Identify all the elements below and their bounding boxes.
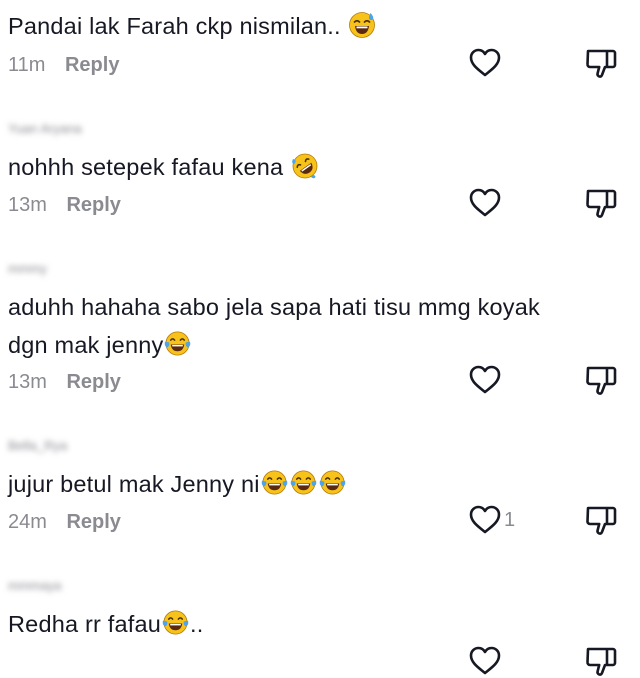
comment-meta: 24m Reply (8, 510, 121, 534)
comment-text: dgn mak jenny (8, 325, 192, 365)
heart-icon (468, 363, 502, 397)
reply-button[interactable]: Reply (65, 54, 119, 76)
comment-text-line: aduhh hahaha sabo jela sapa hati tisu mm… (8, 294, 540, 320)
like-button[interactable]: 1 (468, 503, 515, 537)
dislike-button[interactable] (584, 644, 618, 678)
comment-text: nohhh setepek fafau kena (8, 147, 320, 187)
dislike-button[interactable] (584, 503, 618, 537)
tears-of-joy-emoji-icon (161, 608, 190, 637)
comment-username[interactable]: mmmy (8, 261, 47, 276)
comment-username[interactable]: Yuan Aryana (8, 121, 82, 136)
comment-text-content: jujur betul mak Jenny ni (8, 471, 260, 497)
comment-text: Pandai lak Farah ckp nismilan.. (8, 6, 377, 46)
dislike-button[interactable] (584, 363, 618, 397)
tears-of-joy-emoji-icon (260, 468, 289, 497)
heart-icon (468, 503, 502, 537)
comment-time: 13m (8, 194, 47, 216)
comment-time: 24m (8, 511, 47, 533)
dislike-button[interactable] (584, 46, 618, 80)
thumbs-down-icon (584, 186, 618, 220)
like-button[interactable] (468, 46, 502, 80)
comment-text-suffix: .. (190, 611, 204, 637)
comment-text-content: nohhh setepek fafau kena (8, 154, 284, 180)
reply-button[interactable]: Reply (66, 371, 120, 393)
reply-button[interactable]: Reply (66, 511, 120, 533)
thumbs-down-icon (584, 46, 618, 80)
comment-meta: 11m Reply (8, 53, 119, 77)
sweat-smile-emoji-icon (347, 10, 377, 40)
comment-time: 13m (8, 371, 47, 393)
like-button[interactable] (468, 363, 502, 397)
heart-icon (468, 46, 502, 80)
comment-time: 11m (8, 54, 46, 76)
thumbs-down-icon (584, 503, 618, 537)
thumbs-down-icon (584, 644, 618, 678)
like-button[interactable] (468, 186, 502, 220)
comment-meta: 13m Reply (8, 370, 121, 394)
comment-username[interactable]: mmmaya (8, 578, 61, 593)
reply-button[interactable]: Reply (66, 194, 120, 216)
like-count: 1 (504, 508, 516, 531)
comment-text-content: Pandai lak Farah ckp nismilan.. (8, 13, 341, 39)
tears-of-joy-emoji-icon (289, 468, 318, 497)
thumbs-down-icon (584, 363, 618, 397)
comment-text-line: dgn mak jenny (8, 332, 164, 358)
rolling-laughing-emoji-icon (290, 151, 320, 181)
comment-text: Redha rr fafau.. (8, 604, 204, 644)
comment-meta: 13m Reply (8, 193, 121, 217)
tears-of-joy-emoji-icon (318, 468, 347, 497)
comment-text: aduhh hahaha sabo jela sapa hati tisu mm… (8, 287, 540, 327)
heart-icon (468, 186, 502, 220)
comment-username[interactable]: Bella_Rya (8, 438, 67, 453)
heart-icon (468, 644, 502, 678)
comment-text: jujur betul mak Jenny ni (8, 464, 347, 504)
dislike-button[interactable] (584, 186, 618, 220)
comment-text-content: Redha rr fafau (8, 611, 162, 637)
like-button[interactable] (468, 644, 502, 678)
tears-of-joy-emoji-icon (163, 329, 192, 358)
